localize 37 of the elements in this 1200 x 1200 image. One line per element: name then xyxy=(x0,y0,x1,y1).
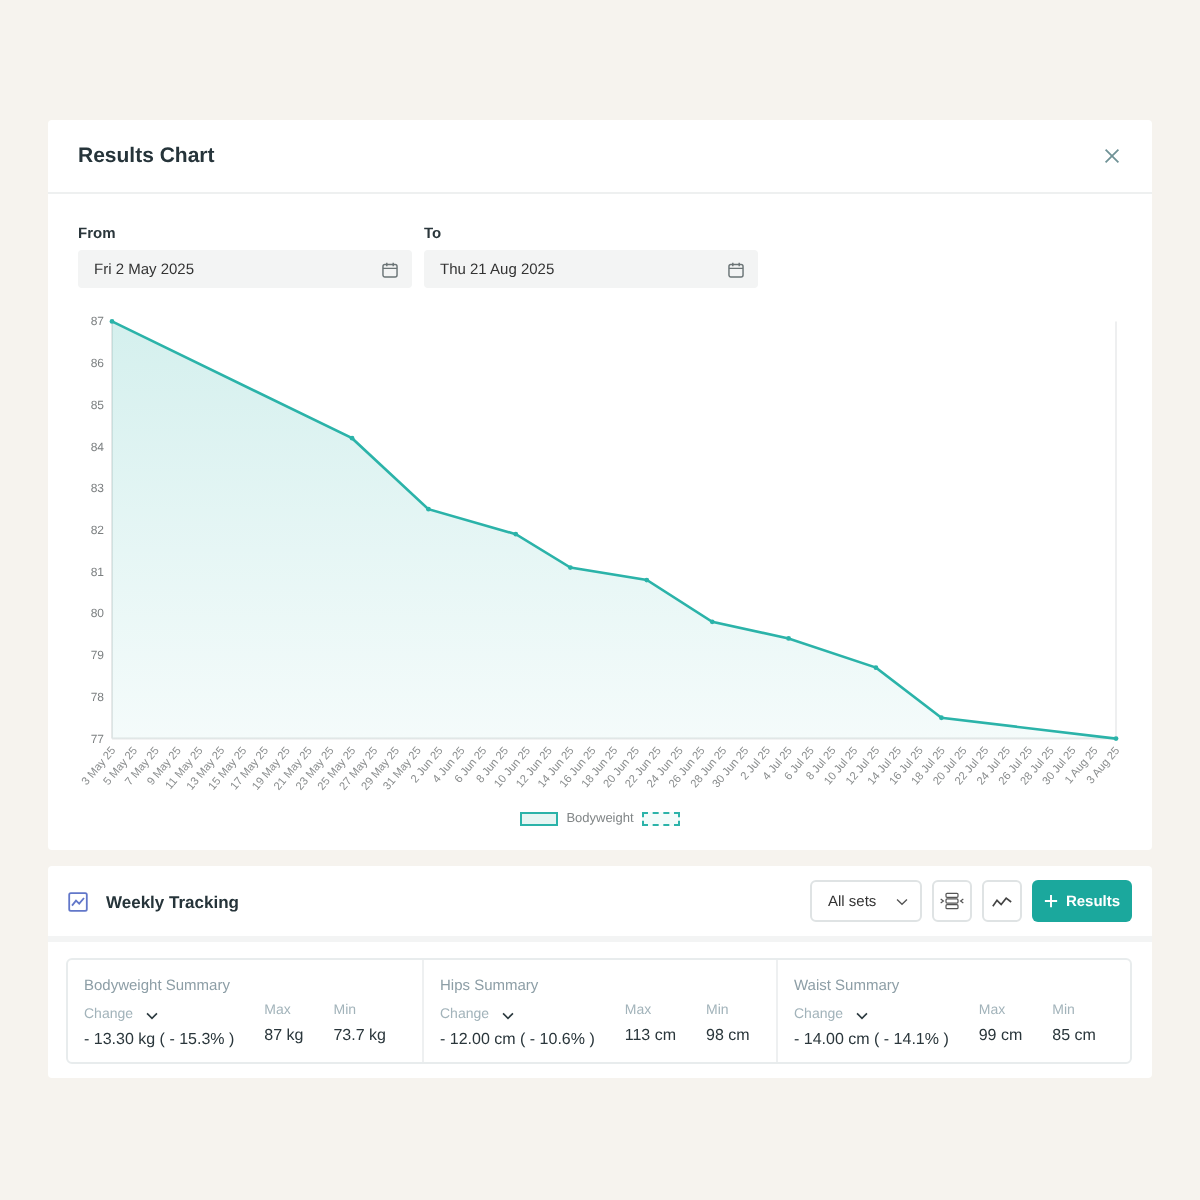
data-point xyxy=(567,565,573,570)
trend-line-icon xyxy=(992,895,1012,907)
data-point xyxy=(873,665,879,671)
section-title: Weekly Tracking xyxy=(106,891,239,911)
change-value: - 13.30 kg ( - 15.3% ) xyxy=(84,1028,235,1050)
calendar-icon xyxy=(382,261,398,277)
chart-icon xyxy=(68,891,88,911)
stacked-rows-icon xyxy=(940,892,964,910)
data-point xyxy=(349,435,355,441)
legend-swatch-icon[interactable] xyxy=(520,811,559,825)
min-value: 73.7 kg xyxy=(333,1024,386,1046)
plus-icon xyxy=(1043,894,1058,908)
data-point xyxy=(709,619,715,625)
data-point xyxy=(426,506,431,512)
max-value: 87 kg xyxy=(264,1024,304,1046)
chevron-down-icon xyxy=(896,897,908,905)
data-point xyxy=(1113,736,1119,741)
chevron-down-icon xyxy=(145,1011,158,1019)
change-value: - 14.00 cm ( - 14.1% ) xyxy=(794,1028,949,1050)
dialog-title: Results Chart xyxy=(78,144,215,168)
data-point xyxy=(644,577,650,583)
calendar-icon xyxy=(728,261,744,277)
data-point xyxy=(786,636,791,641)
data-point xyxy=(109,319,115,324)
row-view-button[interactable] xyxy=(932,880,972,922)
min-value: 98 cm xyxy=(706,1024,750,1046)
close-icon[interactable] xyxy=(1104,148,1120,164)
chevron-down-icon xyxy=(855,1011,868,1019)
dashed-legend-swatch-icon[interactable] xyxy=(641,811,680,825)
chevron-down-icon xyxy=(501,1011,514,1019)
data-point xyxy=(513,531,519,537)
min-value: 85 cm xyxy=(1052,1024,1096,1046)
chart-view-button[interactable] xyxy=(982,880,1022,922)
max-value: 113 cm xyxy=(624,1024,676,1046)
max-value: 99 cm xyxy=(978,1024,1023,1046)
data-point xyxy=(939,715,944,721)
change-value: - 12.00 cm ( - 10.6% ) xyxy=(440,1028,595,1050)
